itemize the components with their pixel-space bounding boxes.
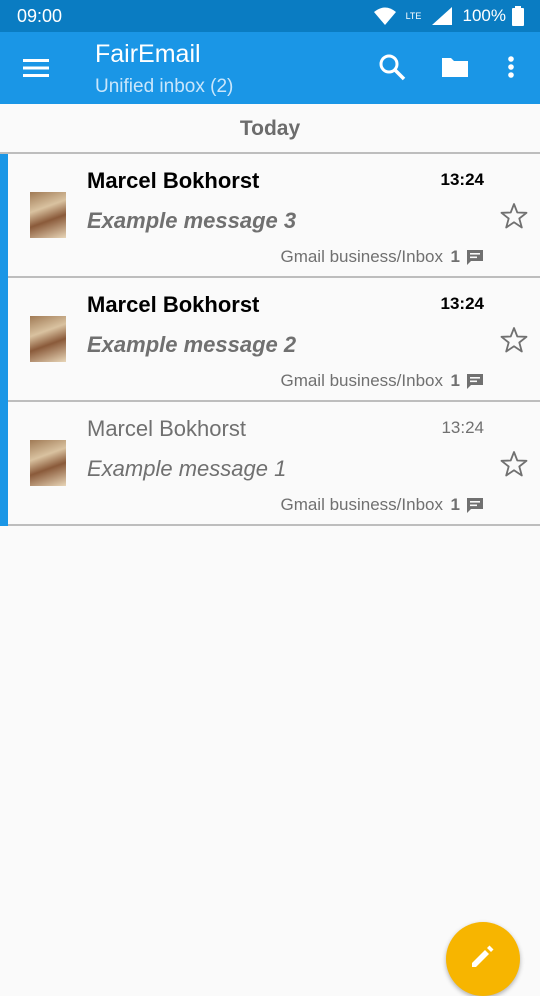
status-icons: LTE 100%	[373, 4, 524, 28]
conversation-icon	[467, 250, 483, 265]
folder-button[interactable]	[440, 52, 470, 82]
star-icon[interactable]	[500, 326, 528, 354]
network-type: LTE	[405, 10, 422, 21]
message-item[interactable]: Marcel Bokhorst 13:24 Example message 2 …	[0, 278, 540, 402]
battery-icon	[512, 6, 524, 26]
edit-icon	[472, 945, 494, 967]
message-subject: Example message 1	[87, 456, 287, 481]
thread-count: 1	[450, 495, 460, 514]
compose-fab[interactable]	[446, 922, 520, 996]
more-vert-icon	[508, 56, 514, 78]
menu-icon	[23, 59, 49, 77]
unread-indicator	[0, 402, 8, 526]
battery-level: 100%	[462, 6, 506, 25]
menu-button[interactable]	[22, 54, 50, 82]
avatar	[30, 316, 66, 362]
app-subtitle: Unified inbox (2)	[95, 76, 234, 97]
section-header-today: Today	[0, 104, 540, 154]
message-sender: Marcel Bokhorst	[87, 416, 246, 441]
message-subject: Example message 2	[87, 332, 297, 357]
folder-icon	[442, 58, 468, 77]
search-button[interactable]	[377, 52, 407, 82]
avatar	[30, 192, 66, 238]
thread-count: 1	[450, 371, 460, 390]
message-sender: Marcel Bokhorst	[87, 168, 260, 193]
thread-count: 1	[450, 247, 460, 266]
status-time: 09:00	[17, 6, 63, 26]
message-folder: Gmail business/Inbox	[280, 371, 443, 390]
app-title: FairEmail	[95, 40, 201, 68]
search-icon	[379, 54, 406, 81]
app-bar: FairEmail Unified inbox (2)	[0, 32, 540, 104]
conversation-icon	[467, 498, 483, 513]
message-folder: Gmail business/Inbox	[280, 495, 443, 514]
message-time: 13:24	[440, 170, 484, 189]
message-folder: Gmail business/Inbox	[280, 247, 443, 266]
message-sender: Marcel Bokhorst	[87, 292, 260, 317]
wifi-icon	[373, 7, 396, 25]
star-icon[interactable]	[500, 450, 528, 478]
star-icon[interactable]	[500, 202, 528, 230]
status-bar: 09:00 LTE 100%	[0, 0, 540, 32]
conversation-icon	[467, 374, 483, 389]
message-subject: Example message 3	[87, 208, 297, 233]
message-item[interactable]: Marcel Bokhorst 13:24 Example message 3 …	[0, 154, 540, 278]
message-item[interactable]: Marcel Bokhorst 13:24 Example message 1 …	[0, 402, 540, 526]
message-time: 13:24	[440, 294, 484, 313]
unread-indicator	[0, 154, 8, 278]
avatar	[30, 440, 66, 486]
signal-icon	[431, 7, 452, 25]
more-options-button[interactable]	[496, 52, 526, 82]
message-time: 13:24	[441, 418, 484, 437]
unread-indicator	[0, 278, 8, 402]
